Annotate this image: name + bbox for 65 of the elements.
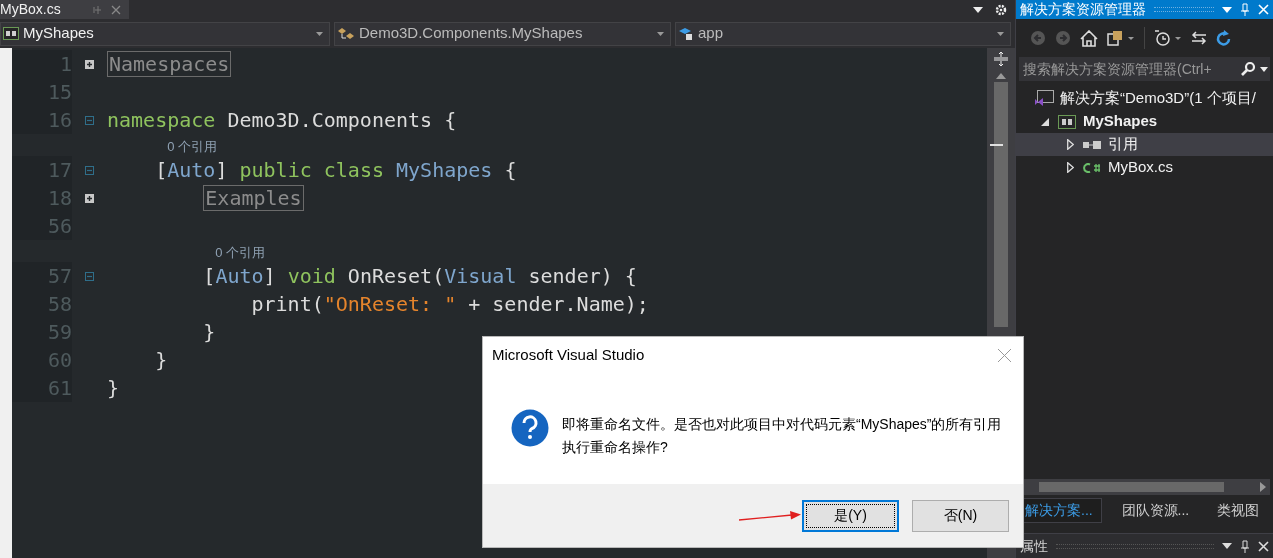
- tree-item[interactable]: MyBox.cs: [1016, 156, 1273, 179]
- dialog-button[interactable]: 否(N): [912, 499, 1009, 532]
- references-icon: [1082, 139, 1102, 150]
- dialog-title: Microsoft Visual Studio: [492, 344, 645, 365]
- sync-view-icon[interactable]: [1107, 30, 1135, 46]
- class-icon: [337, 26, 355, 41]
- history-icon[interactable]: [1154, 29, 1182, 47]
- solution-icon: [1034, 90, 1054, 107]
- caret-icon: [657, 31, 664, 36]
- settings-icon[interactable]: [995, 3, 1007, 16]
- collapsed-icon[interactable]: [1066, 162, 1074, 173]
- code-line: }: [202, 319, 216, 346]
- panel-title: 解决方案资源管理器: [1020, 0, 1146, 19]
- field-icon: [678, 26, 694, 41]
- code-line: namespace Demo3D.Components {: [107, 107, 457, 134]
- search-field[interactable]: 搜索解决方案资源管理器(Ctrl+: [1019, 57, 1270, 81]
- code-line: [Auto] public class MyShapes {: [154, 157, 517, 184]
- dropdown-icon[interactable]: [1260, 66, 1268, 72]
- question-icon: [511, 409, 549, 447]
- collapsed-region[interactable]: Namespaces: [107, 51, 232, 77]
- swap-icon[interactable]: [1191, 31, 1207, 45]
- split-icon[interactable]: [993, 51, 1009, 67]
- horizontal-scroll-thumb[interactable]: [1039, 482, 1224, 492]
- code-line: [Auto] void OnReset(Visual sender) {: [202, 263, 637, 290]
- tree-item-label: 解决方案“Demo3D”(1 个项目/: [1060, 88, 1256, 109]
- search-icon[interactable]: [1240, 61, 1256, 77]
- panel-tab[interactable]: 类视图: [1209, 498, 1267, 523]
- tree-item-label: MyBox.cs: [1108, 157, 1173, 178]
- collapsed-region[interactable]: Examples: [203, 185, 304, 211]
- home-icon[interactable]: [1080, 29, 1098, 47]
- dropdown-icon[interactable]: [1222, 543, 1232, 549]
- code-line: }: [154, 347, 168, 374]
- scroll-right-icon[interactable]: [1260, 482, 1266, 492]
- navigation-dropdown[interactable]: Demo3D.Components.MyShapes: [334, 21, 671, 46]
- project-icon: [1058, 114, 1076, 129]
- collapse-icon[interactable]: [85, 271, 94, 281]
- caret-icon: [316, 31, 323, 36]
- expand-icon[interactable]: [85, 193, 94, 203]
- caret-icon: [997, 31, 1004, 36]
- csharp-file-icon: [1083, 162, 1101, 173]
- project-icon: [3, 27, 19, 40]
- tree-item-label: 引用: [1108, 134, 1138, 155]
- expand-icon[interactable]: [85, 59, 94, 69]
- refresh-icon[interactable]: [1216, 29, 1232, 47]
- collapsed-icon[interactable]: [1066, 139, 1074, 150]
- tree-item[interactable]: MyShapes: [1016, 110, 1273, 133]
- code-line: }: [107, 375, 120, 402]
- scroll-up-icon[interactable]: [996, 73, 1006, 79]
- annotation-arrow: [738, 509, 802, 521]
- tree-item-label: MyShapes: [1083, 111, 1158, 132]
- dialog-message: 即将重命名文件。是否也对此项目中对代码元素“MyShapes”的所有引用执行重命名操作?: [562, 415, 1002, 457]
- expanded-icon[interactable]: [1041, 117, 1049, 126]
- tree-item[interactable]: 解决方案“Demo3D”(1 个项目/: [1016, 87, 1273, 110]
- tree-item[interactable]: 引用: [1016, 133, 1273, 156]
- navigation-dropdown[interactable]: MyShapes: [0, 21, 330, 46]
- panel-tab[interactable]: 团队资源...: [1113, 498, 1198, 523]
- code-lens[interactable]: 0 个引用: [215, 244, 266, 262]
- collapse-icon[interactable]: [85, 165, 94, 175]
- dialog-button[interactable]: 是(Y): [802, 499, 899, 532]
- code-line: print("OnReset: " + sender.Name);: [250, 291, 649, 318]
- scroll-thumb[interactable]: [994, 82, 1008, 327]
- collapse-icon[interactable]: [85, 115, 94, 125]
- code-lens[interactable]: 0 个引用: [167, 138, 217, 156]
- dropdown-icon[interactable]: [973, 6, 983, 13]
- navigation-dropdown[interactable]: app: [675, 21, 1011, 46]
